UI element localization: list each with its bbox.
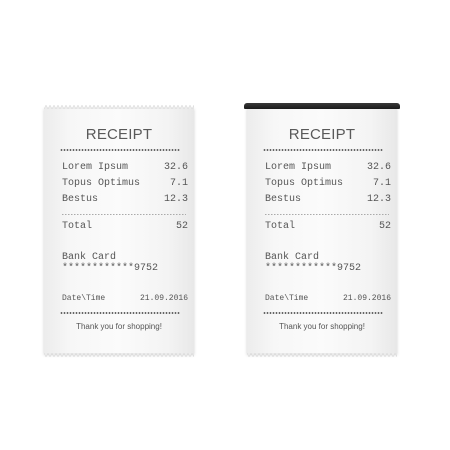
total-value: 52	[378, 221, 391, 232]
stars-divider	[60, 312, 180, 314]
stars-divider	[263, 312, 383, 314]
stars-divider	[263, 149, 383, 151]
torn-edge-bottom	[247, 353, 397, 357]
receipt-title: RECEIPT	[85, 126, 153, 143]
printer-slot	[244, 103, 400, 109]
item-price: 32.6	[366, 162, 391, 173]
item-name: Lorem Ipsum	[265, 162, 332, 173]
stars-divider	[60, 149, 180, 151]
receipt-torn: RECEIPT Lorem Ipsum 32.6 Topus Optimus 7…	[44, 105, 194, 357]
total-value: 52	[175, 221, 188, 232]
total-label: Total	[265, 221, 296, 232]
datetime-label: Date\Time	[265, 294, 309, 303]
item-name: Bestus	[265, 194, 302, 205]
date-value: 21.09.2016	[342, 294, 391, 303]
date-value: 21.09.2016	[139, 294, 188, 303]
item-price: 32.6	[163, 162, 188, 173]
torn-edge-top	[44, 105, 194, 109]
item-name: Topus Optimus	[62, 178, 141, 189]
dashed-divider	[62, 214, 186, 215]
thanks-message: Thank you for shopping!	[279, 322, 365, 331]
item-name: Bestus	[62, 194, 99, 205]
item-price: 7.1	[372, 178, 391, 189]
thanks-message: Thank you for shopping!	[76, 322, 162, 331]
receipt-printed: RECEIPT Lorem Ipsum 32.6 Topus Optimus 7…	[244, 103, 400, 357]
item-name: Lorem Ipsum	[62, 162, 129, 173]
dashed-divider	[265, 214, 389, 215]
total-label: Total	[62, 221, 93, 232]
item-price: 12.3	[163, 194, 188, 205]
item-name: Topus Optimus	[265, 178, 344, 189]
item-price: 12.3	[366, 194, 391, 205]
receipt-title: RECEIPT	[288, 126, 356, 143]
datetime-label: Date\Time	[62, 294, 106, 303]
item-price: 7.1	[169, 178, 188, 189]
torn-edge-bottom	[44, 353, 194, 357]
